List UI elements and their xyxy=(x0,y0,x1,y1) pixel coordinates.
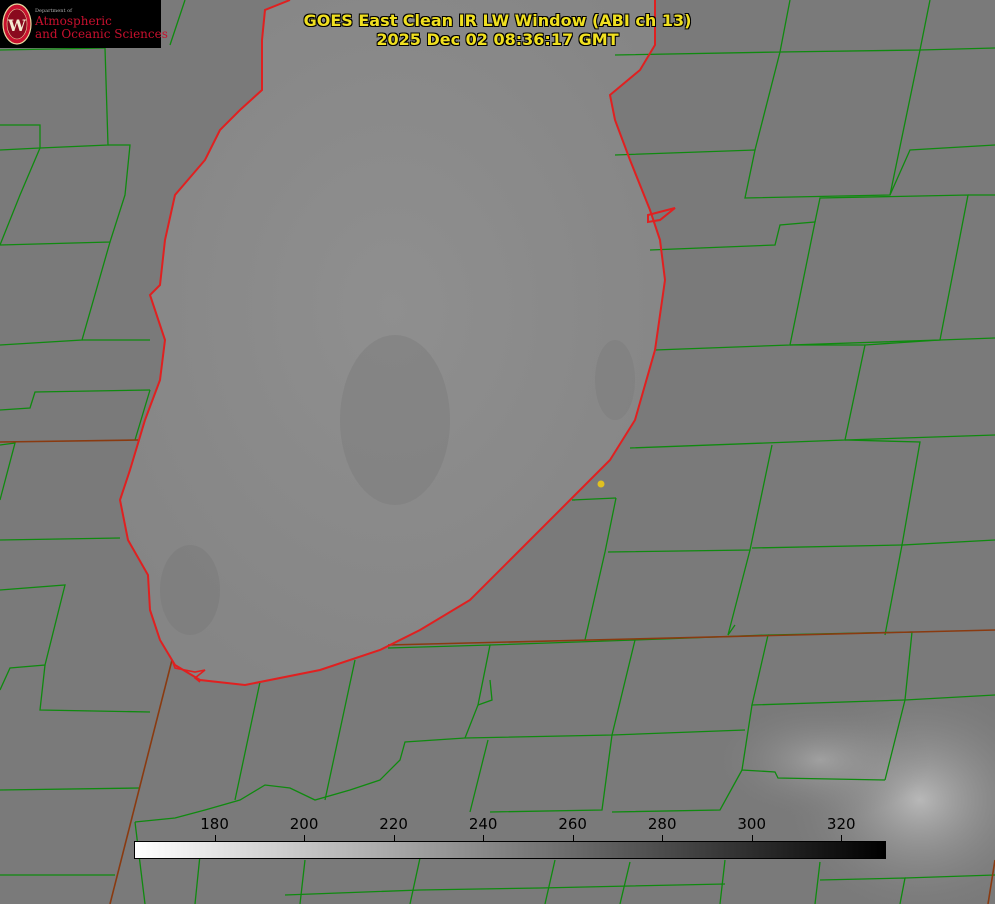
colorbar-tick-mark xyxy=(214,835,216,841)
colorbar-tick-label: 220 xyxy=(379,815,408,833)
lake-dark-streak xyxy=(340,335,450,505)
uw-seal-icon: W xyxy=(2,3,32,45)
colorbar-tick-mark xyxy=(572,835,574,841)
colorbar-tick-mark xyxy=(841,835,843,841)
colorbar-tick-label: 200 xyxy=(289,815,319,833)
logo-line1-text: Atmospheric xyxy=(35,14,112,28)
satellite-map: GOES East Clean IR LW Window (ABI ch 13)… xyxy=(0,0,995,904)
map-canvas xyxy=(0,0,995,904)
temperature-colorbar xyxy=(134,841,886,859)
colorbar-tick-mark xyxy=(393,835,395,841)
logo-line2-text: and Oceanic Sciences xyxy=(35,27,168,41)
colorbar-tick-label: 260 xyxy=(558,815,587,833)
lake-dark-patch xyxy=(160,545,220,635)
colorbar-tick-label: 280 xyxy=(647,815,677,833)
colorbar-tick-mark xyxy=(483,835,485,841)
lake-dark-patch-east xyxy=(595,340,635,420)
colorbar-tick-mark xyxy=(662,835,664,841)
seal-letter: W xyxy=(7,16,27,35)
colorbar-tick-label: 180 xyxy=(200,815,229,833)
colorbar-tick-mark xyxy=(751,835,753,841)
location-marker-dot xyxy=(597,480,605,488)
colorbar-tick-mark xyxy=(304,835,306,841)
colorbar-tick-label: 320 xyxy=(826,815,856,833)
aos-logo: W Department of Atmospheric and Oceanic … xyxy=(0,0,168,48)
colorbar-tick-label: 240 xyxy=(468,815,498,833)
colorbar-tick-label: 300 xyxy=(737,815,767,833)
